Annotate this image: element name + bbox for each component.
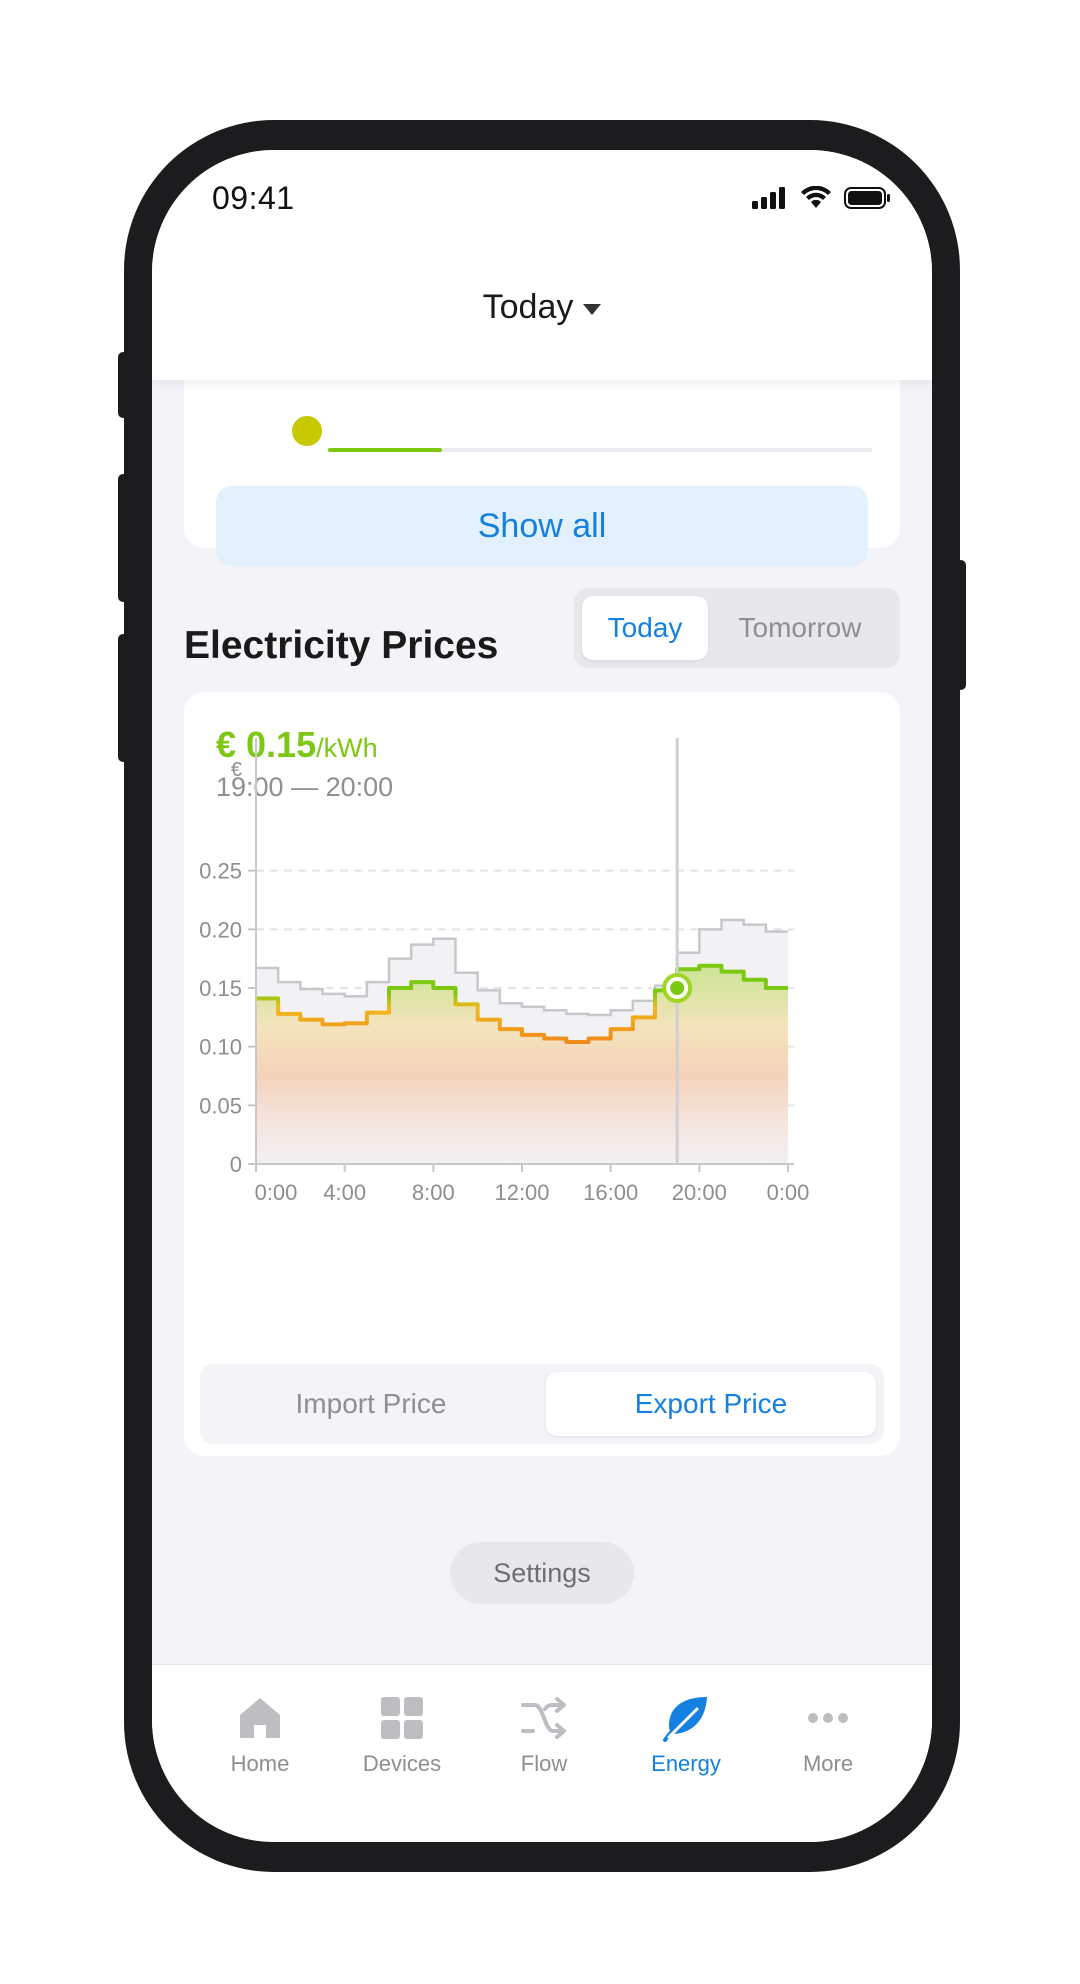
signal-icon (752, 187, 785, 209)
section-title: Electricity Prices (184, 624, 499, 667)
leaf-icon (663, 1697, 707, 1742)
price-type-toggle: Import Price Export Price (200, 1364, 884, 1444)
y-tick-label: 0 (230, 1152, 242, 1177)
volume-up-button (118, 474, 128, 602)
date-selector[interactable]: Today (152, 288, 932, 327)
tab-flow[interactable]: Flow (474, 1693, 614, 1777)
x-tick-label: 0:00 (767, 1180, 810, 1205)
wifi-icon (801, 186, 831, 208)
silent-switch (118, 352, 128, 418)
tab-import-price[interactable]: Import Price (208, 1372, 534, 1436)
date-selector-label: Today (482, 288, 574, 326)
show-all-button[interactable]: Show all (216, 486, 868, 566)
tab-devices[interactable]: Devices (332, 1693, 472, 1777)
y-tick-label: 0.25 (199, 859, 242, 884)
progress-track (328, 448, 872, 452)
y-tick-label: 0.15 (199, 976, 242, 1001)
tab-today[interactable]: Today (582, 596, 708, 660)
y-tick-label: 0.10 (199, 1035, 242, 1060)
tab-devices-label: Devices (362, 1751, 442, 1776)
x-tick-label: 4:00 (323, 1180, 366, 1205)
top-header: 09:41 Today (152, 150, 932, 380)
tab-tomorrow[interactable]: Tomorrow (708, 596, 892, 660)
x-tick-label: 20:00 (672, 1180, 727, 1205)
devices-icon (381, 1697, 423, 1739)
y-unit-label: € (231, 759, 242, 781)
chevron-down-icon (583, 303, 602, 315)
tab-home-label: Home (230, 1751, 290, 1776)
volume-down-button (118, 634, 128, 762)
battery-icon (844, 187, 890, 209)
more-icon (808, 1713, 848, 1723)
price-chart[interactable]: 0 0.05 0.10 0.15 0.20 0.25 €0:00 4:00 8:00 12:00 1… (184, 692, 900, 1332)
power-button (956, 560, 966, 690)
progress-indicator-dot (292, 416, 322, 446)
status-time: 09:41 (212, 180, 295, 216)
price-chart-card: € 0.15/kWh 19:00 — 20:00 0 0.05 0.10 0.1… (184, 692, 900, 1456)
y-tick-label: 0.05 (199, 1093, 242, 1118)
x-tick-label: 12:00 (494, 1180, 549, 1205)
x-tick-label: 8:00 (412, 1180, 455, 1205)
tab-export-price[interactable]: Export Price (546, 1372, 876, 1436)
tab-flow-label: Flow (520, 1751, 568, 1776)
tab-energy[interactable]: Energy (616, 1693, 756, 1777)
settings-button[interactable]: Settings (450, 1542, 634, 1604)
tab-bar: Home Devices Flow Energy More (152, 1664, 932, 1842)
home-icon (240, 1698, 280, 1738)
screen: Show all Electricity Prices Today Tomorr… (152, 150, 932, 1842)
y-tick-label: 0.20 (199, 917, 242, 942)
status-icons (752, 186, 892, 210)
progress-fill (328, 448, 443, 452)
tab-more[interactable]: More (758, 1693, 898, 1777)
x-tick-label: 16:00 (583, 1180, 638, 1205)
tab-more-label: More (802, 1751, 854, 1776)
selection-marker-center (670, 981, 685, 995)
day-toggle: Today Tomorrow (574, 588, 900, 668)
tab-home[interactable]: Home (190, 1693, 330, 1777)
tab-energy-label: Energy (651, 1751, 721, 1776)
x-tick-label: 0:00 (255, 1180, 298, 1205)
flow-icon (521, 1697, 566, 1739)
